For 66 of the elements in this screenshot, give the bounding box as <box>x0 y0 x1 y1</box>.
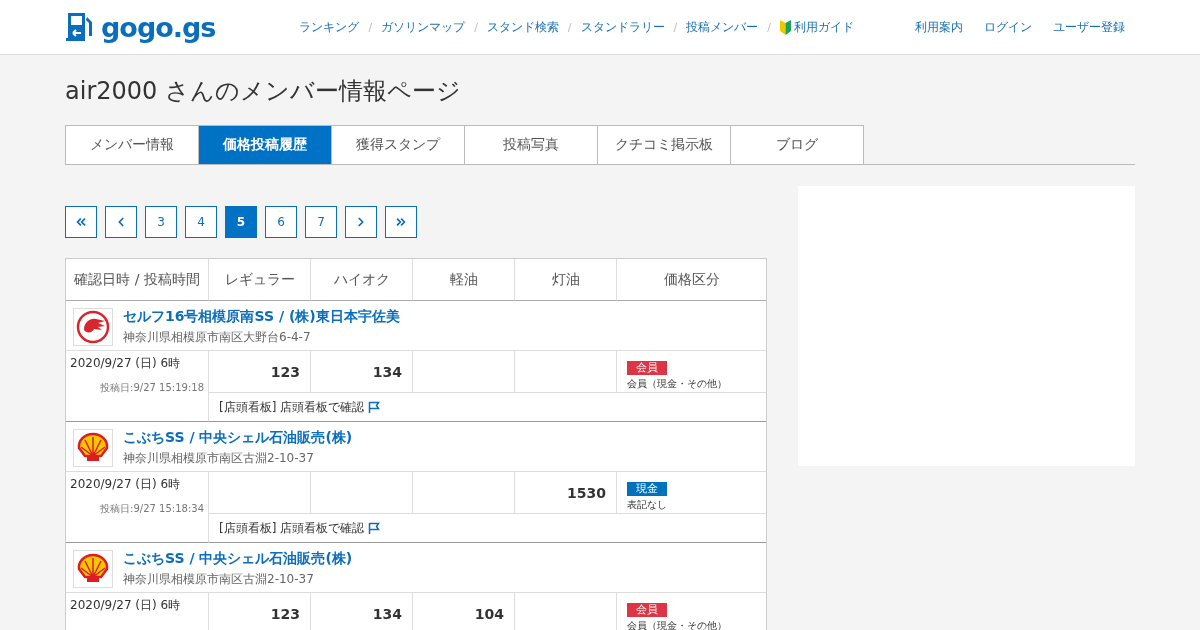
station-address: 神奈川県相模原市南区大野台6-4-7 <box>123 329 312 346</box>
category-badge: 会員 <box>627 361 667 375</box>
header-link[interactable]: 利用案内 <box>915 18 963 36</box>
price-cell: 123 <box>209 351 311 393</box>
double-chevron-right-icon <box>394 215 408 229</box>
page-button[interactable]: 3 <box>145 206 177 238</box>
nav-link[interactable]: 投稿メンバー <box>686 18 759 36</box>
source-note: [店頭看板] 店頭看板で確認 <box>219 398 365 416</box>
first-page-button[interactable] <box>65 206 97 238</box>
posted-time: 投稿日:9/27 15:18:34 <box>99 502 204 516</box>
page-title: air2000 さんのメンバー情報ページ <box>65 76 462 107</box>
tab[interactable]: メンバー情報 <box>65 125 199 164</box>
page-button[interactable]: 5 <box>225 206 257 238</box>
separator: / <box>368 20 373 34</box>
station-address: 神奈川県相模原市南区古淵2-10-37 <box>123 571 315 588</box>
confirmed-date: 2020/9/27 (日) 6時 <box>70 476 182 493</box>
tab[interactable]: 価格投稿履歴 <box>198 125 332 164</box>
separator: / <box>673 20 678 34</box>
confirmed-date: 2020/9/27 (日) 6時 <box>70 355 182 372</box>
posted-time: 投稿日:9/27 15:19:18 <box>99 381 204 395</box>
column-header: ハイオク <box>311 259 413 301</box>
nav-link[interactable]: ランキング <box>299 18 360 36</box>
station-link[interactable]: セルフ16号相模原南SS / (株)東日本宇佐美 <box>123 308 400 326</box>
column-header: 確認日時 / 投稿時間 <box>66 259 209 301</box>
category-text: 会員（現金・その他） <box>627 619 728 630</box>
nav-link[interactable]: 利用ガイド <box>794 18 854 36</box>
page-button[interactable]: 7 <box>305 206 337 238</box>
station-address: 神奈川県相模原市南区古淵2-10-37 <box>123 450 315 467</box>
nav-link[interactable]: ガソリンマップ <box>381 18 466 36</box>
source-note: [店頭看板] 店頭看板で確認 <box>219 519 365 537</box>
confirmed-date: 2020/9/27 (日) 6時 <box>70 597 182 614</box>
price-cell: 1530 <box>515 472 617 514</box>
next-page-button[interactable] <box>345 206 377 238</box>
category-badge: 会員 <box>627 603 667 617</box>
last-page-button[interactable] <box>385 206 417 238</box>
station-link[interactable]: こぶちSS / 中央シェル石油販売(株) <box>123 550 353 568</box>
price-cell: 134 <box>311 351 413 393</box>
nav-link[interactable]: スタンド検索 <box>486 18 559 36</box>
station-link[interactable]: こぶちSS / 中央シェル石油販売(株) <box>123 429 353 447</box>
tab[interactable]: 獲得スタンプ <box>331 125 465 164</box>
price-cell: 134 <box>311 593 413 630</box>
double-chevron-left-icon <box>74 215 88 229</box>
category-text: 会員（現金・その他） <box>627 377 728 391</box>
previous-page-button[interactable] <box>105 206 137 238</box>
tab[interactable]: ブログ <box>730 125 864 164</box>
header-link[interactable]: ユーザー登録 <box>1053 18 1125 36</box>
tab[interactable]: クチコミ掲示板 <box>597 125 731 164</box>
category-badge: 現金 <box>627 482 667 496</box>
category-text: 表記なし <box>627 498 668 512</box>
flag-icon <box>368 522 381 534</box>
column-header: 価格区分 <box>617 259 766 301</box>
tab[interactable]: 投稿写真 <box>464 125 598 164</box>
separator: / <box>567 20 572 34</box>
column-header: レギュラー <box>209 259 311 301</box>
page-button[interactable]: 6 <box>265 206 297 238</box>
separator: / <box>767 20 771 34</box>
nav-link[interactable]: スタンドラリー <box>580 18 665 36</box>
separator: / <box>474 20 478 34</box>
site-logo[interactable]: gogo.gs <box>101 11 216 43</box>
page-button[interactable]: 4 <box>185 206 217 238</box>
column-header: 灯油 <box>515 259 617 301</box>
header-link[interactable]: ログイン <box>984 18 1032 36</box>
flag-icon <box>368 401 381 413</box>
column-header: 軽油 <box>413 259 515 301</box>
price-cell: 104 <box>413 593 515 630</box>
price-cell: 123 <box>209 593 311 630</box>
